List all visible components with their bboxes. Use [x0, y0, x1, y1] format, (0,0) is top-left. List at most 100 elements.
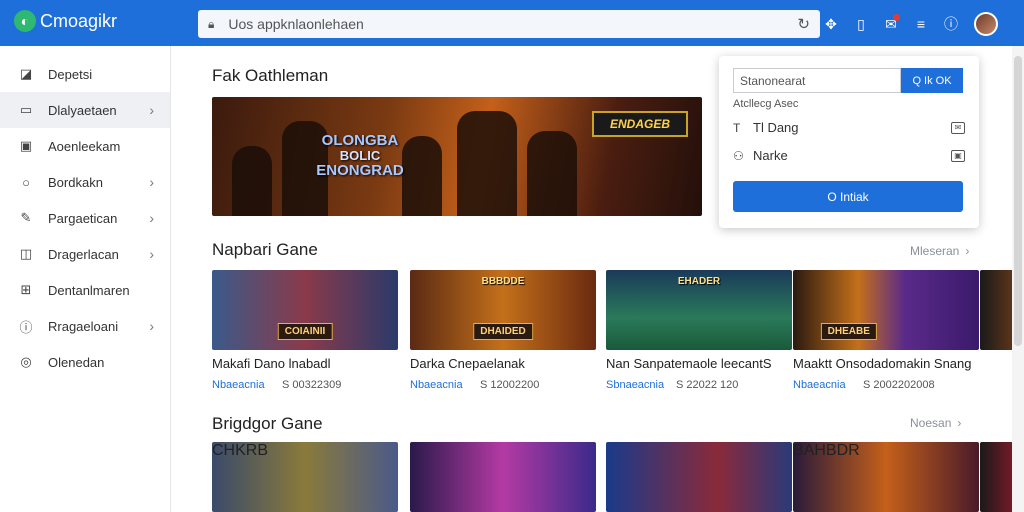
hero-line3: ENONGRAD	[316, 162, 404, 179]
game-thumbnail: BBBDDE DHAIDED	[410, 270, 596, 350]
game-meta: Nbaeacnia S 12002200	[410, 379, 596, 391]
notification-icon[interactable]: ✉	[878, 13, 904, 35]
hero-line1: OLONGBA	[321, 132, 399, 149]
lock-icon: 🔒︎	[208, 16, 215, 31]
thumbnail-tag: COIAINII	[277, 323, 333, 340]
game-thumbnail: COIAINII	[212, 270, 398, 350]
panel-primary-button[interactable]: O Intiak	[733, 181, 963, 212]
top-bar: ◐ Cmoagikr 🔒︎ ↻ ✥ ▯ ✉ ≡ ⓘ	[0, 0, 1024, 46]
game-thumbnail	[980, 442, 1012, 512]
game-meta: Sbnaeacnia S 22022 120	[606, 379, 792, 391]
sidebar-item-0[interactable]: ◪ Depetsi	[0, 56, 170, 92]
hero-text: OLONGBA BOLIC ENONGRAD	[300, 133, 420, 178]
sidebar-item-2[interactable]: ▣ Aoenleekam	[0, 128, 170, 164]
panel-row-1[interactable]: T Tl Dang ✉	[733, 120, 965, 135]
users-icon: ⚇	[733, 148, 744, 163]
game-card[interactable]: EHADER Nan Sanpatemaole leecantS Sbnaeac…	[606, 270, 792, 391]
logo-icon: ◐	[14, 10, 36, 32]
chevron-right-icon: ›	[149, 174, 154, 190]
info-icon: ⓘ	[19, 319, 33, 335]
sidebar-item-label: Pargaetican	[48, 210, 118, 226]
settings-icon: ◎	[20, 354, 32, 369]
reload-icon[interactable]: ↻	[797, 15, 810, 33]
notification-badge	[893, 14, 900, 21]
game-thumbnail: BAHBDR	[793, 442, 979, 512]
circle-icon: ○	[22, 174, 30, 190]
sidebar-item-label: Aoenleekam	[48, 138, 121, 154]
section1-see-more[interactable]: Mleseran ›	[910, 244, 969, 258]
game-category: Sbnaeacnia	[606, 379, 665, 391]
game-card[interactable]: DHEABE Maaktt Onsodadomakin Snang Nbaeac…	[793, 270, 979, 391]
game-card[interactable]	[410, 442, 596, 512]
panel-search-button[interactable]: Q Ik OK	[901, 68, 963, 93]
sidebar: ◪ Depetsi ▭ Dlalyaetaen › ▣ Aoenleekam ○…	[0, 46, 171, 512]
thumbnail-tag: DHEABE	[820, 323, 877, 340]
sidebar-item-6[interactable]: ⊞ Dentanlmaren	[0, 272, 170, 308]
hero-line2: BOLIC	[339, 148, 381, 163]
sidebar-item-label: Rragaeloani	[48, 318, 119, 334]
hero-figure	[527, 131, 577, 216]
game-category: Nbaeacnia	[793, 379, 846, 391]
game-card[interactable]: BAHBDR	[793, 442, 979, 512]
game-title: Nan Sanpatemaole leecantS	[606, 356, 772, 371]
game-thumbnail	[606, 442, 792, 512]
chevron-right-icon: ›	[957, 416, 962, 430]
game-card[interactable]: BBBDDE DHAIDED Darka Cnepaelanak Nbaeacn…	[410, 270, 596, 391]
sidebar-item-label: Dragerlacan	[48, 246, 119, 262]
hero-banner[interactable]: OLONGBA BOLIC ENONGRAD ENDAGEB	[212, 97, 702, 216]
panel-search-input[interactable]	[733, 68, 901, 93]
game-thumbnail	[410, 442, 596, 512]
help-icon[interactable]: ⓘ	[938, 13, 964, 35]
image-icon[interactable]: ▣	[951, 149, 965, 162]
game-card[interactable]: COIAINII Makafi Dano lnabadl Nbaeacnia S…	[212, 270, 398, 391]
featured-title: Fak Oathleman	[212, 66, 329, 85]
quick-search-panel: Q Ik OK Atcllecg Asec T Tl Dang ✉ ⚇ Nark…	[719, 56, 979, 228]
game-title: Darka Cnepaelanak	[410, 356, 525, 371]
sidebar-item-5[interactable]: ◫ Dragerlacan ›	[0, 236, 170, 272]
hero-game-logo: ENDAGEB	[592, 111, 688, 137]
panel-row-2[interactable]: ⚇ Narke ▣	[733, 148, 965, 163]
game-thumbnail: EHADER	[606, 270, 792, 350]
game-thumbnail	[980, 270, 1012, 350]
tablet-icon[interactable]: ▯	[848, 13, 874, 35]
chevron-right-icon: ›	[965, 244, 970, 258]
message-icon[interactable]: ≡	[908, 13, 934, 35]
sidebar-item-3[interactable]: ○ Bordkakn ›	[0, 164, 170, 200]
window-icon: ▭	[19, 102, 33, 117]
chevron-right-icon: ›	[149, 246, 154, 262]
sidebar-item-label: Dlalyaetaen	[48, 102, 117, 118]
mail-icon[interactable]: ✉	[951, 121, 965, 134]
chevron-right-icon: ›	[149, 102, 154, 118]
sidebar-item-8[interactable]: ◎ Olenedan	[0, 344, 170, 380]
hero-figure	[457, 111, 517, 216]
sidebar-item-4[interactable]: ✎ Pargaetican ›	[0, 200, 170, 236]
section2-see-more[interactable]: Noesan ›	[910, 416, 961, 430]
thumbnail-top-tag: BAHBDR	[793, 442, 860, 459]
game-title: Makafi Dano lnabadl	[212, 356, 331, 371]
address-bar: 🔒︎ ↻	[198, 10, 820, 38]
game-stat: S 00322309	[282, 379, 342, 391]
app-logo[interactable]: ◐ Cmoagikr	[14, 10, 117, 32]
sidebar-item-7[interactable]: ⓘ Rragaeloani ›	[0, 308, 170, 344]
game-title: Maaktt Onsodadomakin Snang	[793, 356, 972, 371]
sidebar-item-1[interactable]: ▭ Dlalyaetaen ›	[0, 92, 170, 128]
address-input[interactable]	[228, 16, 798, 32]
game-stat: S 22022 120	[676, 379, 739, 391]
game-category: Nbaeacnia	[212, 379, 265, 391]
apps-icon[interactable]: ✥	[818, 13, 844, 35]
scrollbar-thumb[interactable]	[1014, 56, 1022, 346]
chevron-right-icon: ›	[149, 210, 154, 226]
panel-row-label: Narke	[753, 148, 788, 163]
game-category: Nbaeacnia	[410, 379, 463, 391]
hero-figure	[232, 146, 272, 216]
sidebar-item-label: Olenedan	[48, 354, 105, 370]
panel-label: Atcllecg Asec	[733, 98, 799, 110]
game-card-partial[interactable]	[980, 270, 1012, 350]
avatar[interactable]	[974, 12, 998, 36]
game-card[interactable]: CHKRB	[212, 442, 398, 512]
sidebar-item-label: Bordkakn	[48, 174, 103, 190]
app-name: Cmoagikr	[40, 10, 118, 31]
game-card-partial[interactable]	[980, 442, 1012, 512]
game-card[interactable]	[606, 442, 792, 512]
see-more-label: Mleseran	[910, 244, 960, 258]
